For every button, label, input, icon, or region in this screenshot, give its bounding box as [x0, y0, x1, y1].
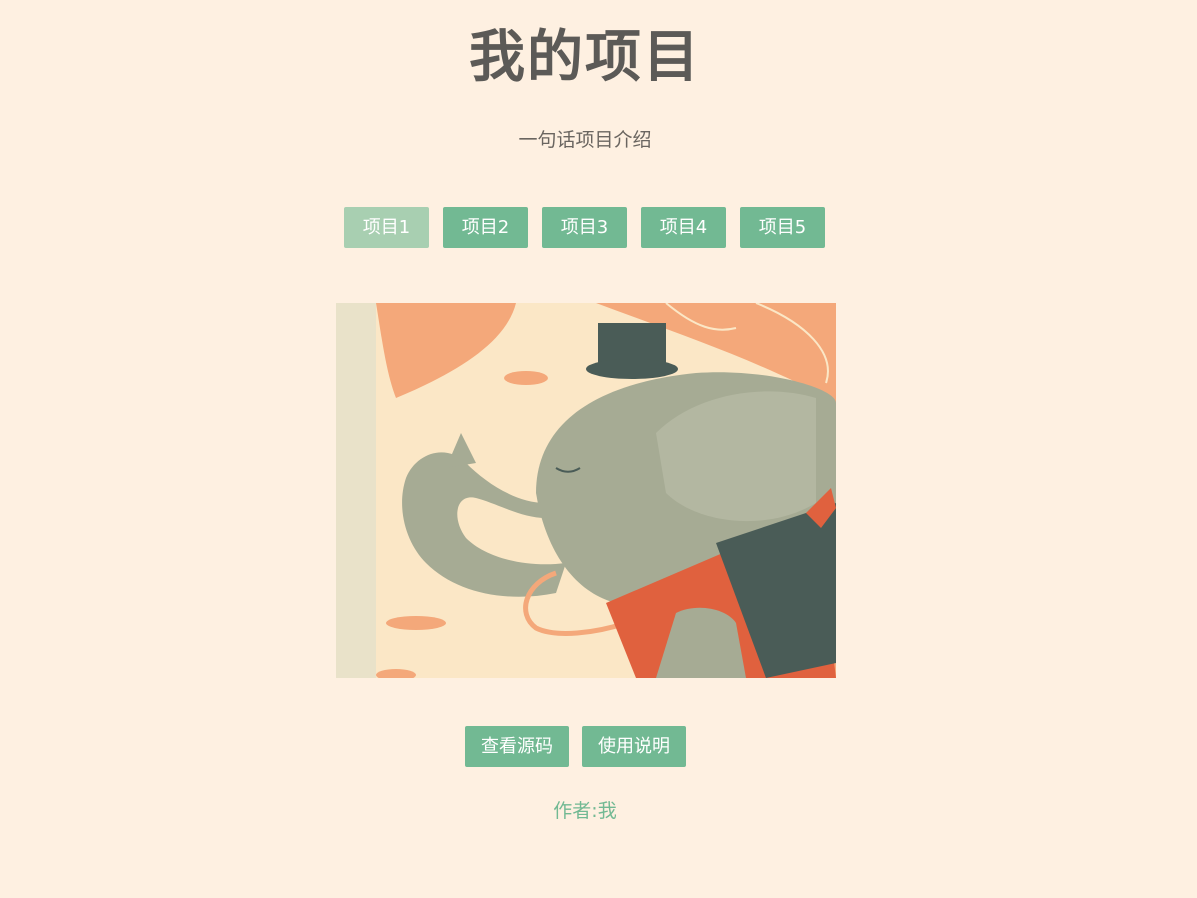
author-credit: 作者:我 — [553, 800, 617, 822]
elephant-illustration — [336, 303, 836, 678]
page-title: 我的项目 — [469, 25, 701, 90]
project-preview-image — [336, 303, 836, 678]
tab-project-3[interactable]: 项目3 — [542, 207, 627, 248]
action-buttons: 查看源码 使用说明 — [465, 726, 686, 767]
tab-project-4[interactable]: 项目4 — [641, 207, 726, 248]
project-tabs: 项目1 项目2 项目3 项目4 项目5 — [344, 207, 825, 248]
tab-project-2[interactable]: 项目2 — [443, 207, 528, 248]
page: 我的项目 一句话项目介绍 项目1 项目2 项目3 项目4 项目5 查看源码 使用… — [0, 0, 1197, 898]
usage-guide-button[interactable]: 使用说明 — [582, 726, 686, 767]
tab-project-5[interactable]: 项目5 — [740, 207, 825, 248]
page-subtitle: 一句话项目介绍 — [518, 129, 652, 151]
view-source-button[interactable]: 查看源码 — [465, 726, 569, 767]
tab-project-1[interactable]: 项目1 — [344, 207, 429, 248]
